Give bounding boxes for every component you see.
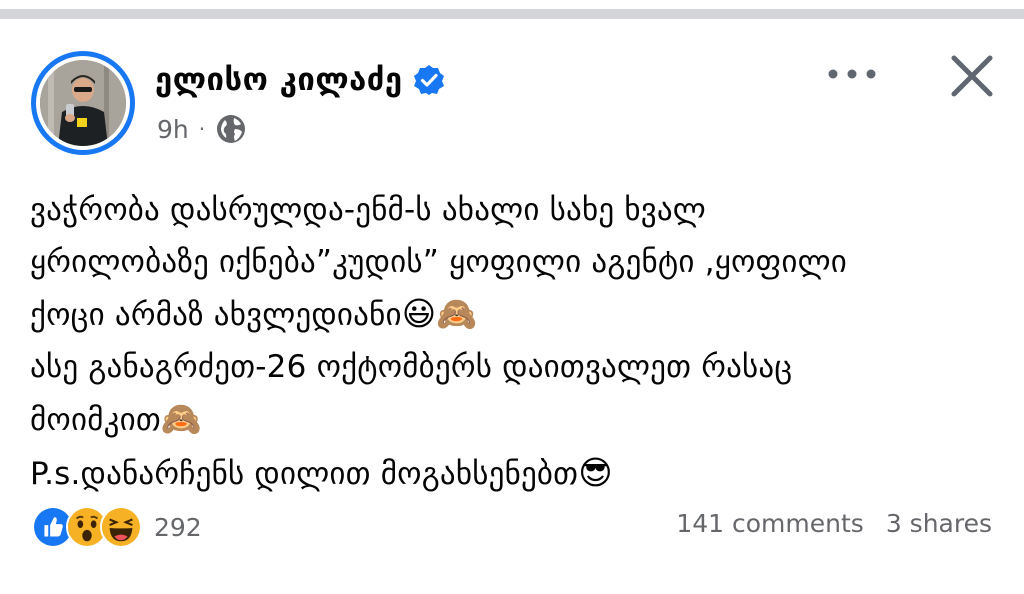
globe-icon	[217, 115, 246, 143]
post-line-1: ვაჭრობა დასრულდა-ენმ-ს ახალი სახე ხვალ	[30, 192, 706, 228]
post-line-4: ასე განაგრძეთ-26 ოქტომბერს დაითვალეთ რას…	[30, 348, 793, 385]
top-divider	[0, 9, 1024, 19]
close-icon[interactable]	[944, 48, 1000, 104]
post-body: ვაჭრობა დასრულდა-ენმ-ს ახალი სახე ხვალ ყ…	[30, 185, 1010, 500]
post-meta: 9h ·	[157, 113, 247, 145]
verified-badge-icon	[413, 65, 444, 95]
avatar-photo	[40, 60, 126, 146]
post-line-3-text: ქოცი არმაზ ახვლედიანი	[30, 297, 402, 333]
more-options-icon[interactable]	[822, 56, 882, 92]
meta-separator: ·	[198, 117, 206, 141]
reactions-summary[interactable]: 292	[32, 505, 202, 549]
haha-icon	[100, 506, 142, 548]
see-no-evil-emoji: 🙈	[160, 399, 203, 438]
post-line-5-text: მოიმკით	[30, 402, 161, 438]
reaction-count: 292	[154, 512, 202, 542]
engagement-stats: 141 comments 3 shares	[654, 509, 992, 538]
author-name[interactable]: ელისო კილაძე	[155, 62, 403, 98]
post-timestamp[interactable]: 9h	[157, 115, 189, 144]
post-line-6: P.s.დანარჩენს დილით მოგახსენებთ😎	[30, 447, 1010, 501]
post-line-5: მოიმკით🙈	[30, 393, 1010, 447]
grinning-see-no-evil-emoji: 😃🙈	[401, 294, 478, 333]
top-bar	[0, 0, 1024, 20]
author-row: ელისო კილაძე	[155, 57, 445, 103]
shares-count[interactable]: 3 shares	[886, 509, 992, 538]
post-line-6-text: P.s.დანარჩენს დილით მოგახსენებთ	[30, 455, 579, 492]
comments-count[interactable]: 141 comments	[676, 509, 863, 538]
post-line-3: ქოცი არმაზ ახვლედიანი😃🙈	[30, 288, 1010, 342]
sunglasses-emoji: 😎	[578, 452, 613, 492]
avatar[interactable]	[31, 51, 135, 155]
post-line-2: ყრილობაზე იქნება”კუდის” ყოფილი აგენტი ,ყ…	[30, 243, 848, 280]
